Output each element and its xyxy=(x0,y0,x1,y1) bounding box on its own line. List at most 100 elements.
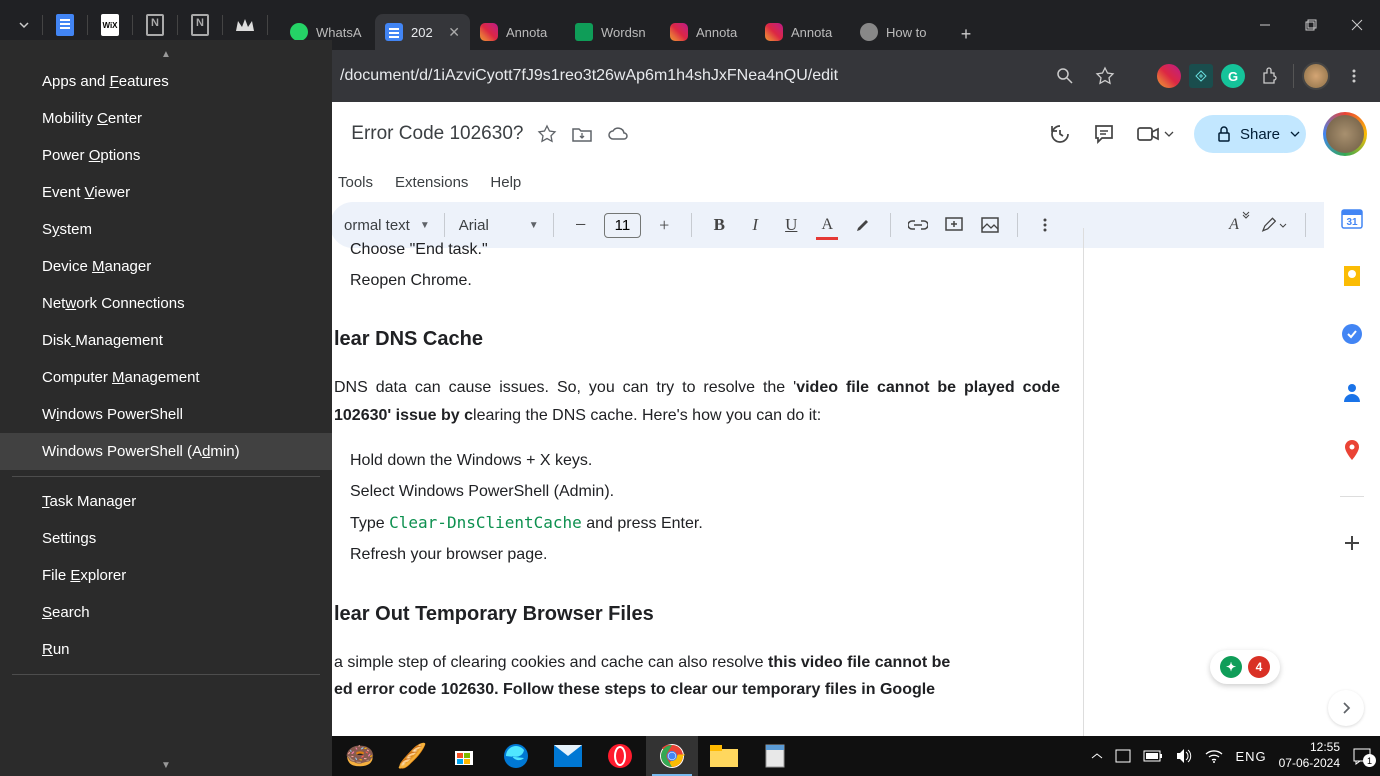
winx-menu-item[interactable]: Run xyxy=(0,631,332,668)
chevron-down-icon[interactable]: ▼ xyxy=(529,220,539,231)
tray-volume-icon[interactable] xyxy=(1175,748,1193,764)
winx-menu-item[interactable]: Windows PowerShell xyxy=(0,396,332,433)
font-select[interactable]: Arial xyxy=(459,217,519,234)
document-title[interactable]: ‎ Error Code 102630? xyxy=(346,123,523,145)
winx-menu-item[interactable]: Computer Management xyxy=(0,359,332,396)
tray-battery-icon[interactable] xyxy=(1143,750,1163,762)
user-avatar[interactable] xyxy=(1302,62,1330,90)
underline-button[interactable]: U xyxy=(778,212,804,238)
account-avatar[interactable] xyxy=(1326,115,1364,153)
close-button[interactable] xyxy=(1334,5,1380,45)
tray-chevron-up-icon[interactable] xyxy=(1091,752,1103,760)
tray-tablet-icon[interactable] xyxy=(1115,749,1131,763)
winx-menu-item[interactable]: Apps and Features xyxy=(0,63,332,100)
taskbar-app-explorer[interactable] xyxy=(698,736,750,776)
winx-menu-item[interactable]: Event Viewer xyxy=(0,174,332,211)
bookmark-star-icon[interactable] xyxy=(1089,60,1121,92)
taskbar-clock[interactable]: 12:55 07-06-2024 xyxy=(1279,740,1340,771)
extension-instagram-icon[interactable] xyxy=(1157,64,1181,88)
keep-icon[interactable] xyxy=(1340,264,1364,288)
browser-tab[interactable]: How to xyxy=(850,14,945,50)
spellcheck-icon[interactable]: A xyxy=(1221,212,1247,238)
more-options-icon[interactable] xyxy=(1032,212,1058,238)
expand-sidepanel-icon[interactable] xyxy=(1328,690,1364,726)
winx-menu-item[interactable]: Device Manager xyxy=(0,248,332,285)
browser-tab[interactable]: Wordsn xyxy=(565,14,660,50)
explore-button[interactable]: ✦ 4 xyxy=(1210,650,1280,684)
browser-tab[interactable]: 202✕ xyxy=(375,14,470,50)
comments-icon[interactable] xyxy=(1092,122,1116,146)
increase-fontsize-button[interactable]: + xyxy=(651,212,677,238)
scroll-down-arrow[interactable]: ▼ xyxy=(0,757,332,774)
browser-tab[interactable]: Annota xyxy=(755,14,850,50)
pinned-wix-icon[interactable]: WiX xyxy=(90,9,130,41)
tasks-icon[interactable] xyxy=(1340,322,1364,346)
taskbar-app-mail[interactable] xyxy=(542,736,594,776)
search-icon[interactable] xyxy=(1049,60,1081,92)
cloud-saved-icon[interactable] xyxy=(607,125,631,143)
pinned-notion-icon-2[interactable] xyxy=(180,9,220,41)
language-indicator[interactable]: ENG xyxy=(1235,749,1266,764)
winx-menu-item[interactable]: Task Manager xyxy=(0,483,332,520)
browser-tab[interactable]: Annota xyxy=(660,14,755,50)
highlight-button[interactable] xyxy=(850,212,876,238)
italic-button[interactable]: I xyxy=(742,212,768,238)
winx-menu-item[interactable]: Settings xyxy=(0,520,332,557)
taskbar-app-msstore[interactable] xyxy=(438,736,490,776)
menu-extensions[interactable]: Extensions xyxy=(395,174,468,191)
taskbar-app-opera[interactable] xyxy=(594,736,646,776)
contacts-icon[interactable] xyxy=(1340,380,1364,404)
decrease-fontsize-button[interactable]: − xyxy=(568,212,594,238)
pinned-notion-icon[interactable] xyxy=(135,9,175,41)
extension-icon[interactable] xyxy=(1189,64,1213,88)
winx-menu-item[interactable]: Search xyxy=(0,594,332,631)
minimize-button[interactable] xyxy=(1242,5,1288,45)
taskbar-app-notepad[interactable] xyxy=(750,736,802,776)
scroll-up-arrow[interactable]: ▲ xyxy=(0,46,332,63)
maximize-button[interactable] xyxy=(1288,5,1334,45)
history-icon[interactable] xyxy=(1048,122,1072,146)
add-comment-button[interactable] xyxy=(941,212,967,238)
pinned-docs-icon[interactable] xyxy=(45,9,85,41)
calendar-icon[interactable]: 31 xyxy=(1340,206,1364,230)
winx-menu-item[interactable]: Network Connections xyxy=(0,285,332,322)
paragraph-style-select[interactable]: ormal text xyxy=(344,217,410,234)
extension-grammarly-icon[interactable]: G xyxy=(1221,64,1245,88)
winx-menu-item[interactable]: Power Options xyxy=(0,137,332,174)
document-body[interactable]: Choose "End task." Reopen Chrome. lear D… xyxy=(334,236,1084,703)
share-label: Share xyxy=(1240,126,1280,143)
fontsize-input[interactable]: 11 xyxy=(604,213,642,238)
chevron-down-icon[interactable]: ▼ xyxy=(420,220,430,231)
new-tab-button[interactable]: + xyxy=(950,18,982,50)
pinned-crown-icon[interactable] xyxy=(225,9,265,41)
extensions-puzzle-icon[interactable] xyxy=(1253,60,1285,92)
add-addon-icon[interactable] xyxy=(1340,531,1364,555)
winx-menu-item[interactable]: Mobility Center xyxy=(0,100,332,137)
tray-wifi-icon[interactable] xyxy=(1205,749,1223,763)
insert-link-button[interactable] xyxy=(905,212,931,238)
close-tab-icon[interactable]: ✕ xyxy=(448,24,460,41)
menu-help[interactable]: Help xyxy=(490,174,521,191)
taskbar-app-bread[interactable]: 🥖 xyxy=(386,736,438,776)
taskbar-app-chrome[interactable] xyxy=(646,736,698,776)
winx-menu-item[interactable]: System xyxy=(0,211,332,248)
chevron-down-icon[interactable] xyxy=(8,9,40,41)
share-dropdown[interactable] xyxy=(1284,115,1306,153)
star-icon[interactable] xyxy=(537,124,557,144)
notifications-icon[interactable]: 1 xyxy=(1352,747,1372,765)
editing-mode-icon[interactable] xyxy=(1261,212,1287,238)
winx-menu-item[interactable]: Disk Management xyxy=(0,322,332,359)
insert-image-button[interactable] xyxy=(977,212,1003,238)
menu-dots-icon[interactable] xyxy=(1338,60,1370,92)
winx-menu-item[interactable]: File Explorer xyxy=(0,557,332,594)
text-color-button[interactable]: A xyxy=(814,212,840,238)
bold-button[interactable]: B xyxy=(706,212,732,238)
taskbar-app-donut[interactable]: 🍩 xyxy=(334,736,386,776)
winx-menu-item[interactable]: Windows PowerShell (Admin) xyxy=(0,433,332,470)
browser-tab[interactable]: Annota xyxy=(470,14,565,50)
meet-icon[interactable] xyxy=(1136,124,1174,144)
menu-tools[interactable]: Tools xyxy=(338,174,373,191)
maps-icon[interactable] xyxy=(1340,438,1364,462)
move-folder-icon[interactable] xyxy=(571,125,593,143)
taskbar-app-edge[interactable] xyxy=(490,736,542,776)
